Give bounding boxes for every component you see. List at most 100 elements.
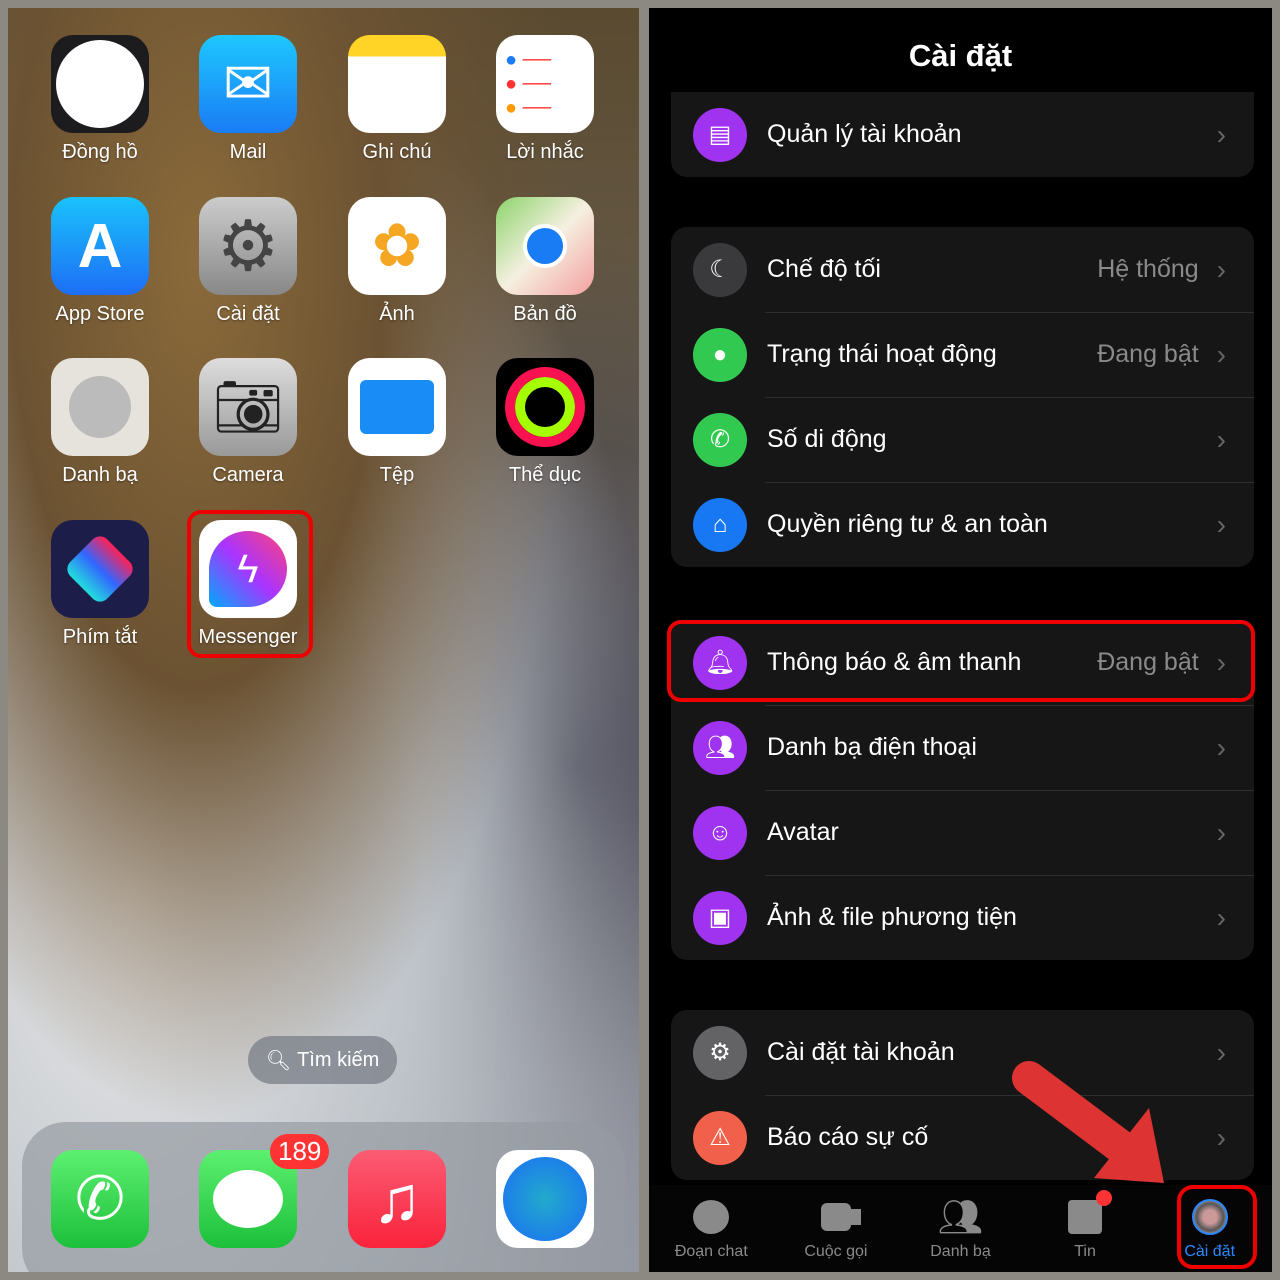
- notifications-highlight: [667, 620, 1255, 702]
- app-clock[interactable]: Đồng hồ: [40, 35, 160, 164]
- chat-icon: [693, 1197, 730, 1237]
- clock-icon: [51, 35, 149, 133]
- row-label: Chế độ tối: [767, 255, 881, 283]
- app-label: App Store: [55, 303, 145, 325]
- chevron-right-icon: ›: [1216, 338, 1226, 370]
- app-label: Bản đồ: [513, 303, 577, 325]
- tab-label: Danh bạ: [930, 1243, 991, 1260]
- row-label: Avatar: [767, 818, 839, 846]
- app-photos[interactable]: ✿ Ảnh: [337, 197, 457, 326]
- ios-home-screen: Đồng hồ ✉ Mail Ghi chú ● ── ● ── ● ── Lời nhắc A…: [8, 8, 639, 1272]
- reminders-icon: ● ── ● ── ● ──: [496, 35, 594, 133]
- phone-icon: ✆: [693, 412, 747, 467]
- settings-group: ▤ Quản lý tài khoản ›: [671, 92, 1254, 177]
- privacy-home-icon: ⌂: [693, 497, 747, 552]
- app-label: Đồng hồ: [62, 141, 138, 163]
- row-value: Đang bật: [1097, 340, 1199, 368]
- tab-people[interactable]: 👥︎ Danh bạ: [898, 1185, 1023, 1272]
- files-icon: [348, 358, 446, 456]
- phone-icon: ✆: [51, 1150, 149, 1248]
- row-value: Hệ thống: [1097, 255, 1199, 283]
- people-icon: 👥︎: [937, 1196, 984, 1237]
- music-icon: ♫: [348, 1150, 446, 1248]
- settings-group: ☾ Chế độ tối Hệ thống › ● Trạng thái hoạt độn…: [671, 227, 1254, 567]
- app-mail[interactable]: ✉ Mail: [188, 35, 308, 164]
- dock: ✆ 189 ♫: [22, 1122, 625, 1272]
- moon-icon: ☾: [693, 242, 747, 297]
- settings-row[interactable]: ▤ Quản lý tài khoản ›: [671, 92, 1254, 177]
- dock-messages[interactable]: 189: [188, 1134, 330, 1248]
- row-label: Quản lý tài khoản: [767, 120, 962, 148]
- video-icon: [820, 1197, 851, 1237]
- app-contacts[interactable]: Danh bạ: [40, 358, 160, 487]
- dock-safari[interactable]: [485, 1150, 605, 1248]
- tab-stories[interactable]: Tin: [1023, 1185, 1148, 1272]
- row-label: Quyền riêng tư & an toàn: [767, 510, 1048, 538]
- chevron-right-icon: ›: [1216, 1121, 1226, 1153]
- chevron-right-icon: ›: [1216, 508, 1226, 540]
- settings-row[interactable]: ▣ Ảnh & file phương tiện ›: [671, 875, 1254, 960]
- row-label: Số di động: [767, 425, 887, 453]
- app-label: Mail: [229, 141, 267, 163]
- row-label: Ảnh & file phương tiện: [767, 903, 1017, 931]
- gear-icon: ⚙: [693, 1025, 747, 1080]
- stories-icon: [1068, 1190, 1113, 1237]
- app-label: Tệp: [379, 464, 415, 486]
- app-camera[interactable]: 📷︎ Camera: [188, 358, 308, 487]
- tab-chat[interactable]: Đoạn chat: [649, 1185, 774, 1272]
- settings-row[interactable]: ● Trạng thái hoạt động Đang bật ›: [671, 312, 1254, 397]
- app-fitness[interactable]: Thể dục: [485, 358, 605, 487]
- camera-icon: 📷︎: [199, 358, 297, 456]
- app-label: Ảnh: [379, 303, 415, 325]
- search-button[interactable]: 🔍︎ Tìm kiếm: [248, 1036, 397, 1084]
- settings-row[interactable]: 👥︎ Danh bạ điện thoại ›: [671, 705, 1254, 790]
- settings-row[interactable]: ✆ Số di động ›: [671, 397, 1254, 482]
- messenger-settings: Cài đặt ▤ Quản lý tài khoản › ☾ Chế độ tối Hệ…: [649, 8, 1272, 1272]
- app-label: Danh bạ: [62, 464, 138, 486]
- contacts-icon: 👥︎: [693, 720, 747, 775]
- chevron-right-icon: ›: [1216, 1036, 1226, 1068]
- avatar-icon: ☺: [693, 805, 747, 860]
- account-icon: ▤: [693, 107, 747, 162]
- app-shortcuts[interactable]: Phím tắt: [40, 520, 160, 649]
- red-arrow-annotation: [1012, 1061, 1164, 1183]
- tab-video[interactable]: Cuộc gọi: [774, 1185, 899, 1272]
- notification-badge: 189: [270, 1134, 330, 1169]
- tab-label: Đoạn chat: [674, 1243, 748, 1260]
- fitness-icon: [496, 358, 594, 456]
- maps-icon: [496, 197, 594, 295]
- settings-row[interactable]: ⌂ Quyền riêng tư & an toàn ›: [671, 482, 1254, 567]
- photos-icon: ✿: [348, 197, 446, 295]
- app-label: Phím tắt: [62, 626, 138, 648]
- messenger-highlight: [187, 510, 313, 658]
- dock-phone[interactable]: ✆: [40, 1150, 160, 1248]
- dock-music[interactable]: ♫: [337, 1150, 457, 1248]
- app-label: Camera: [212, 464, 284, 486]
- app-store-icon: A: [51, 197, 149, 295]
- row-label: Danh bạ điện thoại: [767, 733, 977, 761]
- settings-row[interactable]: ☾ Chế độ tối Hệ thống ›: [671, 227, 1254, 312]
- app-label: Lời nhắc: [506, 141, 584, 163]
- app-maps[interactable]: Bản đồ: [485, 197, 605, 326]
- app-reminders[interactable]: ● ── ● ── ● ── Lời nhắc: [485, 35, 605, 164]
- settings-tab-highlight: [1177, 1185, 1257, 1269]
- image-icon: ▣: [693, 890, 747, 945]
- contacts-icon: [51, 358, 149, 456]
- app-files[interactable]: Tệp: [337, 358, 457, 487]
- active-status-icon: ●: [693, 327, 747, 382]
- app-label: Cài đặt: [216, 303, 280, 325]
- search-icon: 🔍︎: [265, 1049, 292, 1072]
- app-notes[interactable]: Ghi chú: [337, 35, 457, 164]
- settings-row[interactable]: ☺ Avatar ›: [671, 790, 1254, 875]
- chevron-right-icon: ›: [1216, 731, 1226, 763]
- app-label: Ghi chú: [362, 141, 432, 163]
- chevron-right-icon: ›: [1216, 816, 1226, 848]
- app-settings-gear[interactable]: ⚙ Cài đặt: [188, 197, 308, 326]
- app-app-store[interactable]: A App Store: [40, 197, 160, 326]
- notes-icon: [348, 35, 446, 133]
- chevron-right-icon: ›: [1216, 423, 1226, 455]
- warning-icon: ⚠: [693, 1110, 747, 1165]
- chevron-right-icon: ›: [1216, 253, 1226, 285]
- row-label: Trạng thái hoạt động: [767, 340, 997, 368]
- page-title: Cài đặt: [908, 38, 1013, 73]
